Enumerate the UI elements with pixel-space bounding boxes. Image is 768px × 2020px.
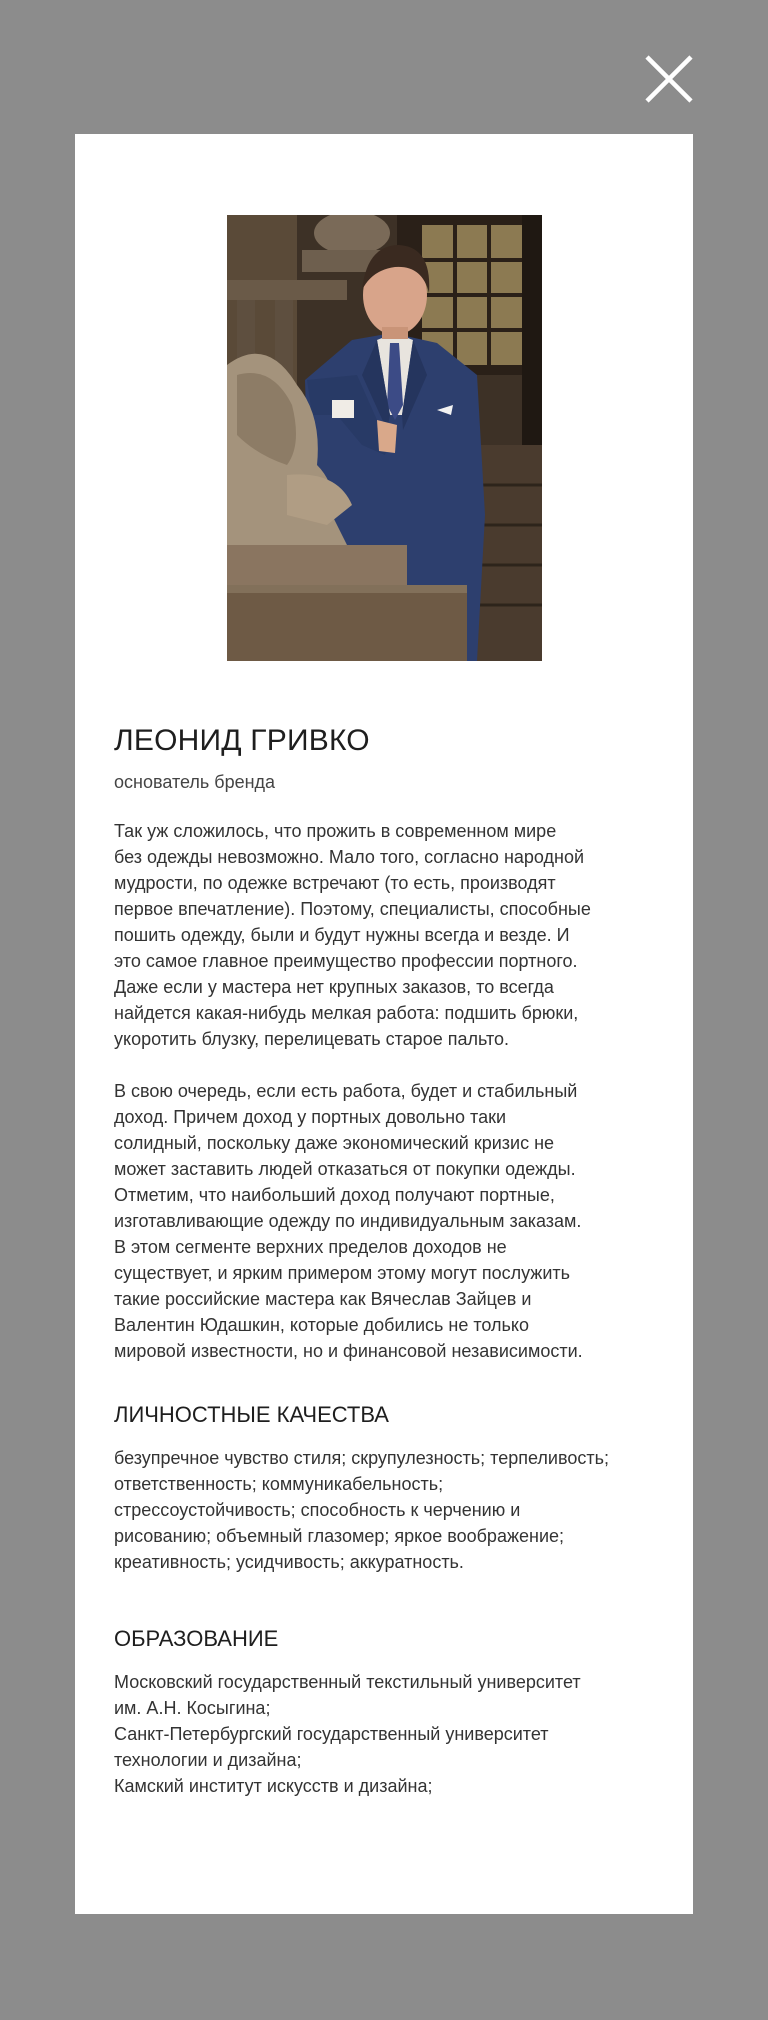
profile-content: ЛЕОНИД ГРИВКО основатель бренда Так уж с…	[114, 724, 666, 1799]
portrait-photo	[227, 215, 542, 661]
education-heading: ОБРАЗОВАНИЕ	[114, 1626, 279, 1651]
bio-paragraph-2: В свою очередь, если есть работа, будет …	[114, 1081, 583, 1361]
qualities-text: безупречное чувство стиля; скрупулезност…	[114, 1448, 609, 1572]
profile-modal: ЛЕОНИД ГРИВКО основатель бренда Так уж с…	[75, 134, 693, 1914]
education-text: Московский государственный текстильный у…	[114, 1672, 581, 1796]
profile-role: основатель бренда	[114, 772, 276, 792]
profile-name: ЛЕОНИД ГРИВКО	[114, 724, 370, 757]
close-icon	[645, 55, 693, 103]
close-button[interactable]	[644, 54, 694, 104]
qualities-heading: ЛИЧНОСТНЫЕ КАЧЕСТВА	[114, 1402, 389, 1427]
bio-paragraph-1: Так уж сложилось, что прожить в современ…	[114, 821, 591, 1049]
